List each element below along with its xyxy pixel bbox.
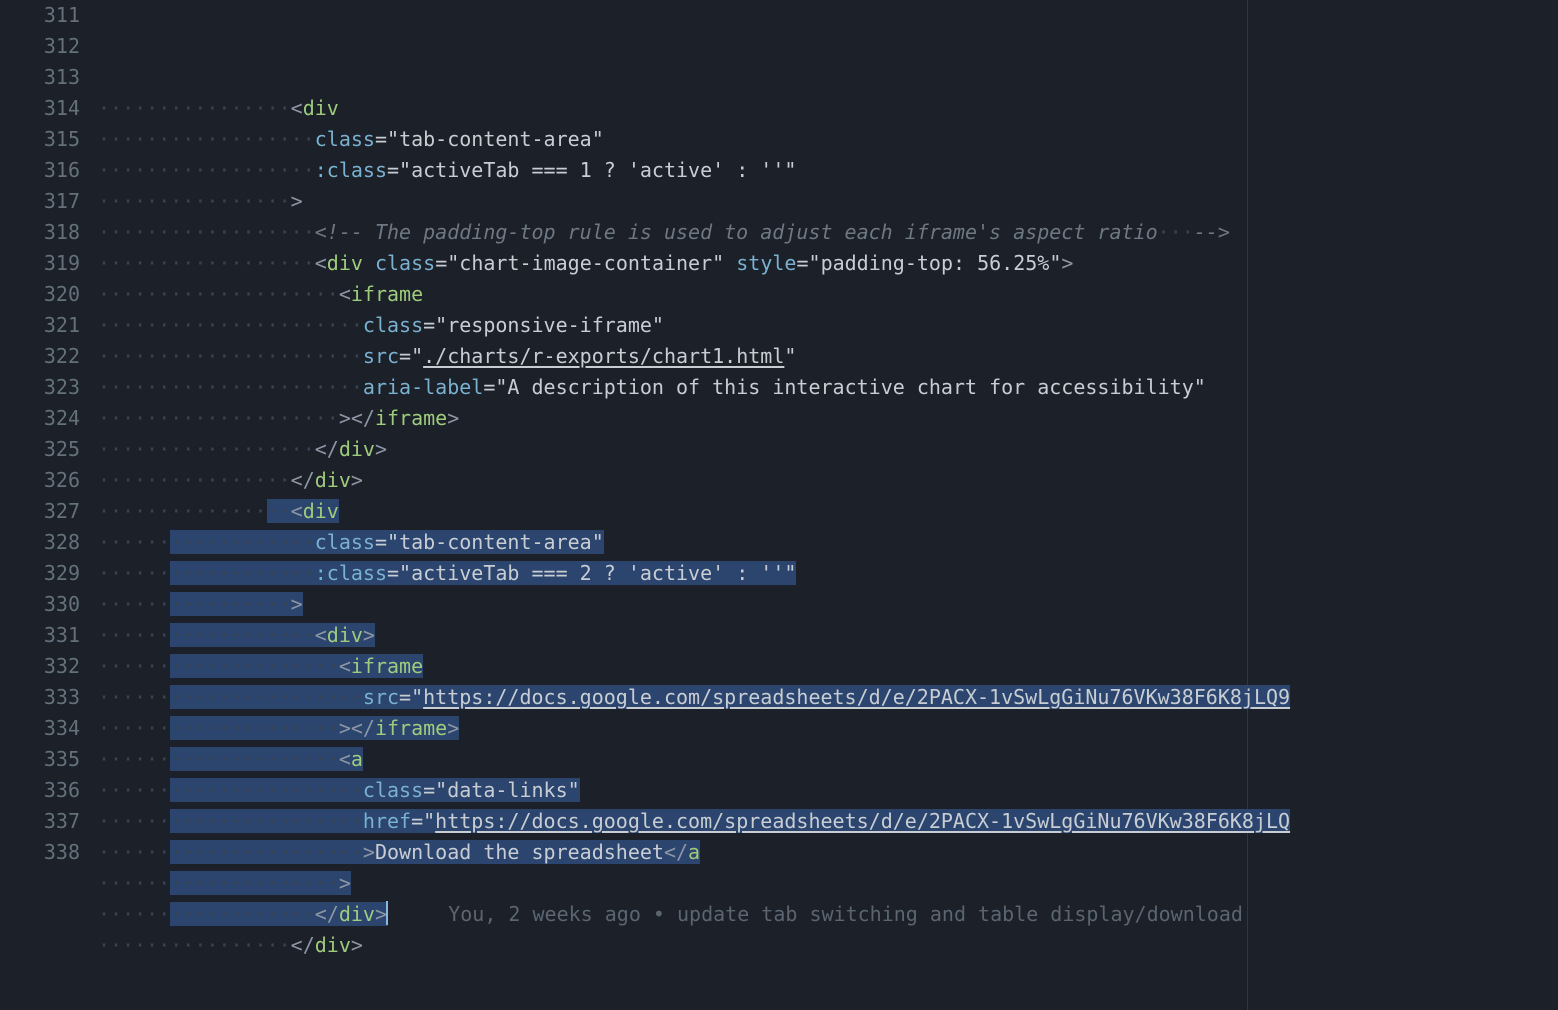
code-line[interactable]: ··················:class="activeTab === … xyxy=(98,155,1558,186)
code-editor[interactable]: 3113123133143153163173183193203213223233… xyxy=(0,0,1558,1010)
code-line[interactable]: ······················class="responsive-… xyxy=(98,310,1558,341)
code-line[interactable]: ····················> xyxy=(98,868,1558,899)
code-line[interactable]: ················> xyxy=(98,186,1558,217)
code-line[interactable]: ····················<iframe xyxy=(98,651,1558,682)
code-line[interactable]: ······················class="data-links" xyxy=(98,775,1558,806)
line-number: 337 xyxy=(0,806,80,837)
code-line[interactable]: ······················href="https://docs… xyxy=(98,806,1558,837)
git-blame-lens: You, 2 weeks ago • update tab switching … xyxy=(388,902,1243,926)
line-number: 332 xyxy=(0,651,80,682)
line-number: 314 xyxy=(0,93,80,124)
code-line[interactable]: ··················:class="activeTab === … xyxy=(98,558,1558,589)
code-line[interactable]: ··················<div class="chart-imag… xyxy=(98,248,1558,279)
line-number: 317 xyxy=(0,186,80,217)
code-line[interactable]: ··················<div> xyxy=(98,620,1558,651)
line-number: 321 xyxy=(0,310,80,341)
line-number: 328 xyxy=(0,527,80,558)
line-number: 336 xyxy=(0,775,80,806)
code-line[interactable]: ····················<iframe xyxy=(98,279,1558,310)
line-number: 333 xyxy=(0,682,80,713)
code-line[interactable]: ··················class="tab-content-are… xyxy=(98,527,1558,558)
line-number: 312 xyxy=(0,31,80,62)
line-number: 313 xyxy=(0,62,80,93)
line-number: 318 xyxy=(0,217,80,248)
line-number: 326 xyxy=(0,465,80,496)
code-line[interactable]: ················</div> xyxy=(98,465,1558,496)
line-number: 324 xyxy=(0,403,80,434)
line-number: 320 xyxy=(0,279,80,310)
line-number: 331 xyxy=(0,620,80,651)
line-number: 338 xyxy=(0,837,80,868)
code-line[interactable]: ····················<a xyxy=(98,744,1558,775)
code-line[interactable]: ················<div xyxy=(98,496,1558,527)
code-area[interactable]: ················<div··················cl… xyxy=(98,0,1558,1010)
code-line[interactable]: ··················class="tab-content-are… xyxy=(98,124,1558,155)
line-number: 327 xyxy=(0,496,80,527)
line-number: 323 xyxy=(0,372,80,403)
code-line[interactable]: ····················></iframe> xyxy=(98,713,1558,744)
code-line[interactable]: ················<div xyxy=(98,93,1558,124)
code-line[interactable]: ····················></iframe> xyxy=(98,403,1558,434)
code-line[interactable]: ······················aria-label="A desc… xyxy=(98,372,1558,403)
line-number: 330 xyxy=(0,589,80,620)
line-number: 322 xyxy=(0,341,80,372)
code-line[interactable]: ················</div> xyxy=(98,930,1558,961)
code-line[interactable]: ··················</div> xyxy=(98,434,1558,465)
code-line[interactable]: ······················>Download the spre… xyxy=(98,837,1558,868)
line-number: 334 xyxy=(0,713,80,744)
code-line[interactable]: ··················</div> You, 2 weeks ag… xyxy=(98,899,1558,930)
code-line[interactable]: ················> xyxy=(98,589,1558,620)
line-number: 315 xyxy=(0,124,80,155)
line-number: 311 xyxy=(0,0,80,31)
code-line[interactable]: ··················<!-- The padding-top r… xyxy=(98,217,1558,248)
line-number: 325 xyxy=(0,434,80,465)
line-number: 335 xyxy=(0,744,80,775)
line-number: 319 xyxy=(0,248,80,279)
line-number: 329 xyxy=(0,558,80,589)
line-number: 316 xyxy=(0,155,80,186)
code-line[interactable]: ······················src="https://docs.… xyxy=(98,682,1558,713)
line-number-gutter: 3113123133143153163173183193203213223233… xyxy=(0,0,98,1010)
code-line[interactable]: ······················src="./charts/r-ex… xyxy=(98,341,1558,372)
